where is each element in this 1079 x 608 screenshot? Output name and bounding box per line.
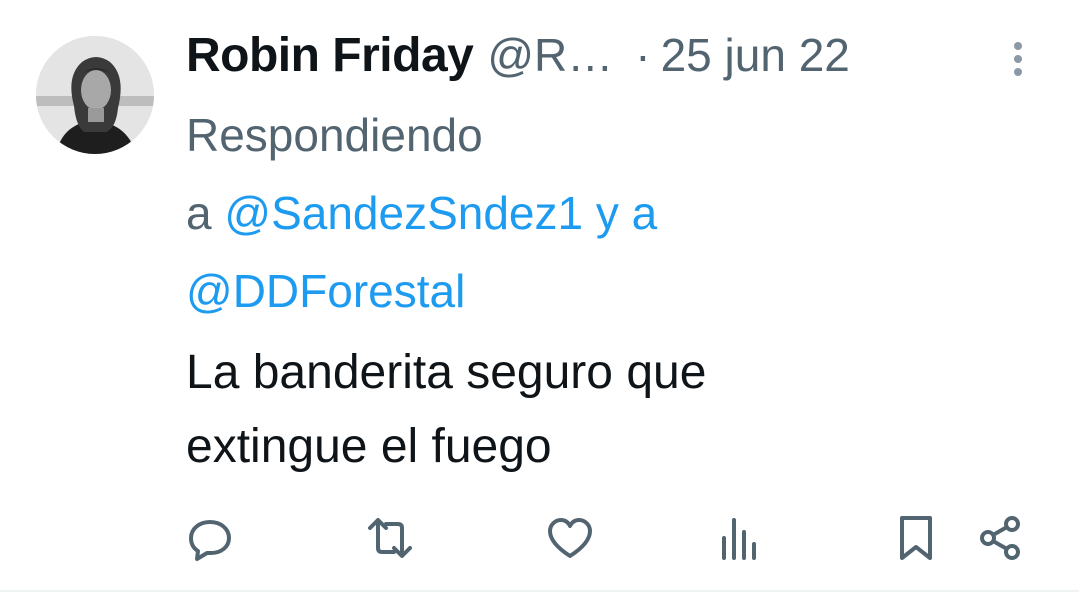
more-vertical-icon [1014,42,1022,76]
reply-button[interactable] [182,510,238,566]
replying-to-connector[interactable]: y a [596,187,657,239]
views-button[interactable] [710,510,766,566]
bookmark-button[interactable] [888,510,944,566]
share-icon [980,516,1020,560]
replying-to: Respondiendo a @SandezSndez1 y a @DDFore… [186,96,946,330]
tweet-text-line: La banderita seguro que [186,346,707,399]
action-bar [0,510,1079,566]
user-handle[interactable]: @R… [487,28,613,82]
more-options-button[interactable] [1008,40,1028,80]
retweet-icon [368,518,412,558]
views-icon [722,518,756,560]
tweet-text-line: extingue el fuego [186,420,552,473]
mention-link[interactable]: @SandezSndez1 [224,187,583,239]
tweet-text: La banderita seguro que extingue el fueg… [186,336,986,484]
heart-icon [548,518,592,558]
separator-dot: · [635,29,651,81]
bookmark-icon [900,516,932,560]
reply-icon [189,520,231,561]
like-button[interactable] [542,510,598,566]
share-button[interactable] [972,510,1028,566]
avatar[interactable] [36,36,154,154]
tweet-date[interactable]: 25 jun 22 [661,28,850,82]
tweet-header: Robin Friday @R… · 25 jun 22 [186,24,1046,86]
profile-photo [36,36,154,154]
replying-to-a: a [186,187,212,239]
replying-to-label: Respondiendo [186,109,483,161]
tweet[interactable]: Robin Friday @R… · 25 jun 22 Respondiend… [0,0,1079,592]
mention-link[interactable]: @DDForestal [186,252,946,330]
display-name[interactable]: Robin Friday [186,28,474,83]
retweet-button[interactable] [362,510,418,566]
